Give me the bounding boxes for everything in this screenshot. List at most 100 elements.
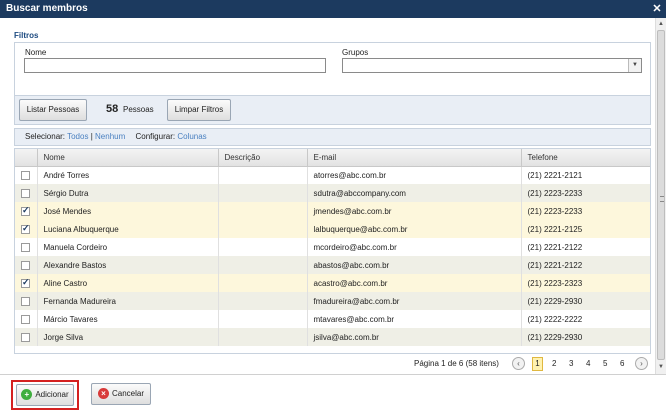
clear-filters-button[interactable]: Limpar Filtros [167,99,231,121]
next-page-icon[interactable]: › [635,357,648,370]
cell-email: mtavares@abc.com.br [307,310,522,328]
name-filter-label: Nome [25,48,47,57]
table-row[interactable]: André Torres atorres@abc.com.br (21) 2221-… [15,166,650,184]
cell-email: lalbuquerque@abc.com.br [307,220,522,238]
row-checkbox-cell: ✓ [15,202,38,220]
row-checkbox[interactable] [21,296,30,306]
cell-name: Jorge Silva [37,328,219,346]
page-6-link[interactable]: 6 [620,359,624,368]
select-none-link[interactable]: Nenhum [95,132,125,141]
name-filter-input[interactable] [24,58,326,73]
row-checkbox[interactable] [21,332,30,342]
row-checkbox[interactable] [21,314,30,324]
page-4-link[interactable]: 4 [586,359,590,368]
configure-columns-link[interactable]: Colunas [177,132,206,141]
cell-name: Márcio Tavares [37,310,219,328]
table-row[interactable]: ✓ Aline Castro acastro@abc.com.br (21) 2223… [15,274,650,292]
cell-description [218,202,308,220]
header-checkbox-column [15,149,38,167]
row-checkbox[interactable] [21,170,30,180]
members-table: Nome Descrição E-mail Telefone André Tor… [14,148,651,354]
table-row[interactable]: ✓ Luciana Albuquerque lalbuquerque@abc.com… [15,220,650,238]
cell-email: atorres@abc.com.br [307,166,522,184]
scroll-down-icon[interactable]: ▼ [656,362,666,372]
row-checkbox[interactable] [21,188,30,198]
table-row[interactable]: Jorge Silva jsilva@abc.com.br (21) 2229-29… [15,328,650,346]
add-button[interactable]: + Adicionar [16,384,74,406]
cancel-button[interactable]: × Cancelar [91,383,151,405]
row-checkbox[interactable] [21,260,30,270]
cell-email: fmadureira@abc.com.br [307,292,522,310]
cell-email: acastro@abc.com.br [307,274,522,292]
table-row[interactable]: Márcio Tavares mtavares@abc.com.br (21) 22… [15,310,650,328]
cell-description [218,166,308,184]
row-checkbox[interactable]: ✓ [21,276,30,288]
scrollbar-thumb[interactable] [657,30,665,360]
add-button-label: Adicionar [35,390,69,399]
cell-phone: (21) 2229-2930 [521,292,650,310]
page-2-link[interactable]: 2 [552,359,556,368]
row-checkbox-cell [15,166,38,184]
row-checkbox-cell [15,310,38,328]
page-1-current[interactable]: 1 [532,357,543,371]
cell-phone: (21) 2223-2233 [521,184,650,202]
dialog-footer: + Adicionar × Cancelar [0,374,666,412]
page-3-link[interactable]: 3 [569,359,573,368]
cell-phone: (21) 2221-2122 [521,256,650,274]
row-checkbox[interactable] [21,242,30,252]
header-email[interactable]: E-mail [307,149,522,167]
cell-name: Alexandre Bastos [37,256,219,274]
cell-email: jmendes@abc.com.br [307,202,522,220]
chevron-down-icon[interactable]: ▼ [628,59,641,72]
checkmark-icon: ✓ [22,276,30,287]
table-row[interactable]: Manuela Cordeiro mcordeiro@abc.com.br (21)… [15,238,650,256]
pagination-info: Página 1 de 6 (58 itens) [414,359,499,368]
action-toolbar: Listar Pessoas 58 Pessoas Limpar Filtros [14,95,651,125]
cell-name: Aline Castro [37,274,219,292]
list-people-button[interactable]: Listar Pessoas [19,99,87,121]
table-row[interactable]: Fernanda Madureira fmadureira@abc.com.br(… [15,292,650,310]
cell-description [218,310,308,328]
cell-description [218,184,308,202]
page-5-link[interactable]: 5 [603,359,607,368]
table-row[interactable]: Sérgio Dutra sdutra@abccompany.com (21) 22… [15,184,650,202]
select-label: Selecionar: [25,132,66,141]
pagination: Página 1 de 6 (58 itens) ‹ 1 2 3 4 5 6 › [14,354,651,374]
cell-phone: (21) 2221-2125 [521,220,650,238]
row-checkbox[interactable]: ✓ [21,222,30,234]
cell-email: mcordeiro@abc.com.br [307,238,522,256]
cell-name: Luciana Albuquerque [37,220,219,238]
row-checkbox-cell [15,238,38,256]
cell-phone: (21) 2229-2930 [521,328,650,346]
row-checkbox-cell [15,292,38,310]
prev-page-icon[interactable]: ‹ [512,357,525,370]
cancel-button-label: Cancelar [111,389,144,398]
filters-heading: Filtros [14,31,39,40]
vertical-scrollbar[interactable]: ▲ ▼ [655,18,666,374]
window-titlebar: Buscar membros ✕ [0,0,666,18]
cell-description [218,220,308,238]
cell-name: Sérgio Dutra [37,184,219,202]
cell-description [218,274,308,292]
cell-description [218,292,308,310]
row-checkbox[interactable]: ✓ [21,204,30,216]
table-row[interactable]: Alexandre Bastos abastos@abc.com.br (21) 2… [15,256,650,274]
cell-phone: (21) 2222-2222 [521,310,650,328]
cell-description [218,238,308,256]
row-checkbox-cell [15,184,38,202]
checkmark-icon: ✓ [22,222,30,233]
window-title: Buscar membros [6,3,88,14]
plus-circle-icon: + [21,389,33,401]
select-all-link[interactable]: Todos [67,132,88,141]
header-description[interactable]: Descrição [218,149,308,167]
row-checkbox-cell: ✓ [15,274,38,292]
close-icon[interactable]: ✕ [650,2,664,16]
scroll-up-icon[interactable]: ▲ [656,19,666,29]
groups-filter-select[interactable]: ▼ [342,58,642,73]
header-phone[interactable]: Telefone [521,149,650,167]
header-name[interactable]: Nome [37,149,219,167]
checkmark-icon: ✓ [22,204,30,215]
table-row[interactable]: ✓ José Mendes jmendes@abc.com.br (21) 2223-… [15,202,650,220]
dialog-content: Filtros Nome Grupos ▼ Listar Pessoas 58 … [0,18,666,374]
cell-phone: (21) 2223-2233 [521,202,650,220]
